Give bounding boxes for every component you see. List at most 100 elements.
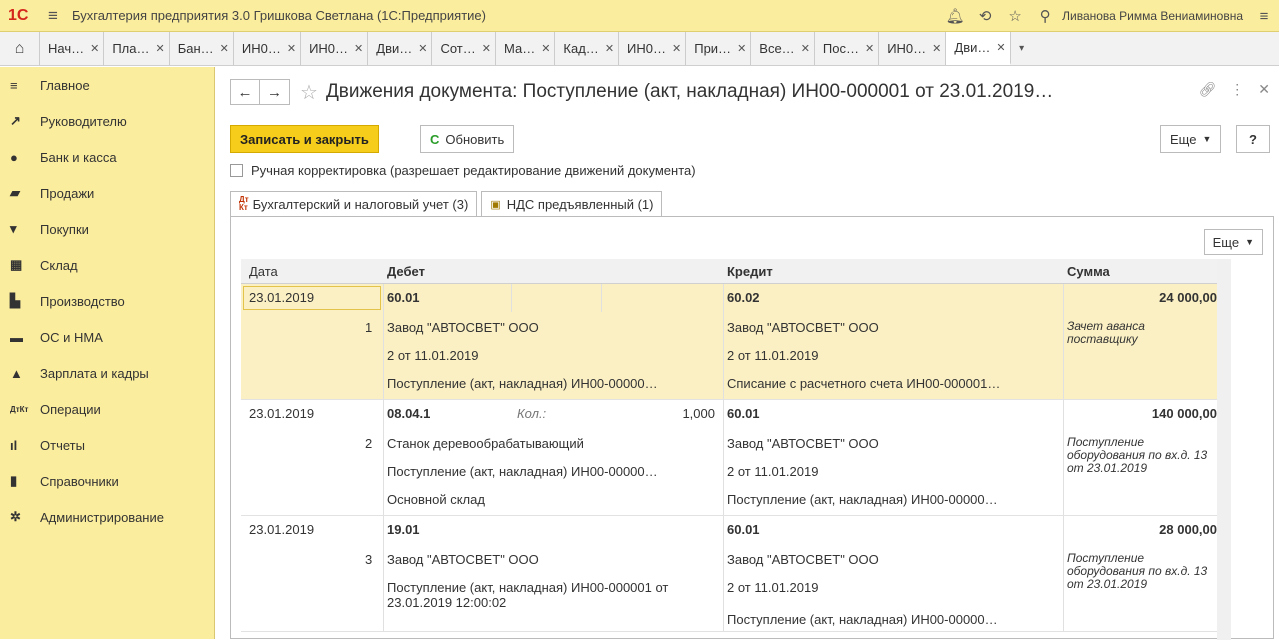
form-toolbar: Записать и закрыть C Обновить Еще ▼ ? bbox=[230, 125, 1270, 153]
close-tab-icon[interactable]: ✕ bbox=[737, 42, 746, 55]
window-tab[interactable]: Кад… ✕ bbox=[555, 32, 620, 65]
user-name[interactable]: Ливанова Римма Вениаминовна bbox=[1062, 9, 1243, 23]
close-tab-icon[interactable]: ✕ bbox=[287, 42, 296, 55]
register-tabs: Дт Кт Бухгалтерский и налоговый учет (3) … bbox=[230, 191, 666, 217]
sidebar-item-label: Банк и касса bbox=[40, 149, 117, 165]
cell-line-number: 3 bbox=[365, 552, 373, 567]
window-tab[interactable]: Все… ✕ bbox=[751, 32, 815, 65]
back-arrow-icon[interactable]: ← bbox=[230, 79, 260, 105]
close-tab-icon[interactable]: ✕ bbox=[156, 42, 165, 55]
window-tab[interactable]: Пос… ✕ bbox=[815, 32, 880, 65]
window-tab[interactable]: Дви… ✕ bbox=[946, 32, 1011, 65]
sidebar-item[interactable]: ▾ Покупки bbox=[0, 211, 214, 247]
settings-menu-icon[interactable]: ≡ bbox=[1249, 8, 1279, 25]
manual-correction-checkbox[interactable] bbox=[230, 164, 243, 177]
help-button[interactable]: ? bbox=[1236, 125, 1270, 153]
close-tab-icon[interactable]: ✕ bbox=[865, 42, 874, 55]
close-tab-icon[interactable]: ✕ bbox=[801, 42, 810, 55]
sidebar-item[interactable]: ▲ Зарплата и кадры bbox=[0, 355, 214, 391]
sidebar-item[interactable]: ıl Отчеты bbox=[0, 427, 214, 463]
table-row[interactable]: 23.01.2019 2 08.04.1 Кол.: 1,000 Станок дерев… bbox=[241, 400, 1231, 516]
window-tab[interactable]: ИН0… ✕ bbox=[619, 32, 687, 65]
window-tab[interactable]: ИН0… ✕ bbox=[301, 32, 369, 65]
close-tab-icon[interactable]: ✕ bbox=[672, 42, 681, 55]
history-icon[interactable]: ⟲ bbox=[970, 7, 1000, 25]
window-tab-label: Кад… bbox=[563, 41, 599, 56]
cell-debit-subconto: Поступление (акт, накладная) ИН00-00000… bbox=[387, 376, 658, 391]
col-sum[interactable]: Сумма bbox=[1067, 264, 1110, 279]
close-tab-icon[interactable]: ✕ bbox=[354, 42, 363, 55]
more-tabs-icon[interactable]: ▾ bbox=[1011, 32, 1033, 65]
sidebar-item[interactable]: ≡ Главное bbox=[0, 67, 214, 103]
window-tab[interactable]: ИН0… ✕ bbox=[879, 32, 947, 65]
col-debit[interactable]: Дебет bbox=[387, 264, 425, 279]
close-tab-icon[interactable]: ✕ bbox=[932, 42, 941, 55]
close-tab-icon[interactable]: ✕ bbox=[482, 42, 491, 55]
favorite-star-icon[interactable]: ☆ bbox=[300, 80, 318, 105]
window-tab[interactable]: Сот… ✕ bbox=[432, 32, 496, 65]
section-icon: ▙ bbox=[10, 293, 20, 308]
vat-register-icon: ▣ bbox=[490, 198, 501, 211]
cell-sum: 140 000,00 bbox=[1151, 406, 1217, 421]
tab-accounting-label: Бухгалтерский и налоговый учет (3) bbox=[252, 196, 469, 212]
table-header: Дата Дебет Кредит Сумма bbox=[241, 259, 1231, 284]
col-date[interactable]: Дата bbox=[249, 264, 278, 279]
section-icon: ▾ bbox=[10, 221, 17, 236]
section-icon: ● bbox=[10, 149, 18, 165]
section-icon: ▲ bbox=[10, 365, 23, 381]
notification-bell-icon[interactable]: 🔔︎ bbox=[940, 7, 970, 25]
close-tab-icon[interactable]: ✕ bbox=[418, 42, 427, 55]
window-tab[interactable]: ИН0… ✕ bbox=[234, 32, 302, 65]
forward-arrow-icon[interactable]: → bbox=[260, 79, 290, 105]
sidebar-item[interactable]: ▬ ОС и НМА bbox=[0, 319, 214, 355]
sidebar-item-label: Продажи bbox=[40, 185, 95, 201]
refresh-button[interactable]: C Обновить bbox=[420, 125, 515, 153]
kebab-menu-icon[interactable]: ⋮ bbox=[1230, 81, 1244, 98]
window-tab[interactable]: Бан… ✕ bbox=[170, 32, 234, 65]
window-tab-label: Нач… bbox=[48, 41, 85, 56]
sidebar-item[interactable]: ▙ Производство bbox=[0, 283, 214, 319]
window-tab[interactable]: Ма… ✕ bbox=[496, 32, 556, 65]
col-credit[interactable]: Кредит bbox=[727, 264, 773, 279]
table-row[interactable]: 23.01.2019 1 60.01 Завод "АВТОСВЕТ" ООО 2 от… bbox=[241, 284, 1231, 400]
table-row[interactable]: 23.01.2019 3 19.01 Завод "АВТОСВЕТ" ООО Пост… bbox=[241, 516, 1231, 632]
sidebar-item[interactable]: ДтКт Операции bbox=[0, 391, 214, 427]
link-icon[interactable]: 🔗︎ bbox=[1198, 81, 1216, 98]
table-more-button[interactable]: Еще ▼ bbox=[1203, 229, 1263, 255]
cell-qty: 1,000 bbox=[682, 406, 715, 421]
more-button[interactable]: Еще ▼ bbox=[1160, 125, 1222, 153]
window-tab-label: Пос… bbox=[822, 41, 859, 56]
cell-credit-subconto: Завод "АВТОСВЕТ" ООО bbox=[727, 436, 879, 451]
favorites-star-icon[interactable]: ☆ bbox=[1000, 7, 1030, 25]
table-scrollbar[interactable] bbox=[1217, 259, 1231, 640]
window-tab[interactable]: Дви… ✕ bbox=[368, 32, 433, 65]
manual-correction-label[interactable]: Ручная корректировка (разрешает редактир… bbox=[251, 163, 696, 178]
close-tab-icon[interactable]: ✕ bbox=[996, 41, 1005, 54]
sections-sidebar: ≡ Главное ↗ Руководителю ● Банк и касса ▰ Прода… bbox=[0, 67, 215, 639]
sidebar-item[interactable]: ✲ Администрирование bbox=[0, 499, 214, 535]
close-tab-icon[interactable]: ✕ bbox=[541, 42, 550, 55]
tab-accounting[interactable]: Дт Кт Бухгалтерский и налоговый учет (3) bbox=[230, 191, 478, 217]
cell-debit-subconto: 2 от 11.01.2019 bbox=[387, 348, 479, 363]
form-title: Движения документа: Поступление (акт, на… bbox=[325, 81, 1054, 102]
close-tab-icon[interactable]: ✕ bbox=[605, 42, 614, 55]
cell-date: 23.01.2019 bbox=[249, 406, 315, 421]
sidebar-item[interactable]: ● Банк и касса bbox=[0, 139, 214, 175]
main-menu-icon[interactable]: ≡ bbox=[40, 6, 66, 26]
sidebar-item[interactable]: ↗ Руководителю bbox=[0, 103, 214, 139]
sidebar-item-label: Покупки bbox=[40, 221, 89, 237]
save-and-close-button[interactable]: Записать и закрыть bbox=[230, 125, 379, 153]
close-icon[interactable]: ✕ bbox=[1258, 81, 1270, 98]
sidebar-item[interactable]: ▦ Склад bbox=[0, 247, 214, 283]
sidebar-item[interactable]: ▮ Справочники bbox=[0, 463, 214, 499]
home-icon[interactable]: ⌂ bbox=[0, 32, 40, 65]
search-icon[interactable]: ⚲ bbox=[1030, 7, 1060, 25]
close-tab-icon[interactable]: ✕ bbox=[90, 42, 99, 55]
tab-vat[interactable]: ▣ НДС предъявленный (1) bbox=[481, 191, 663, 217]
window-tab[interactable]: При… ✕ bbox=[686, 32, 752, 65]
sidebar-item[interactable]: ▰ Продажи bbox=[0, 175, 214, 211]
close-tab-icon[interactable]: ✕ bbox=[220, 42, 229, 55]
window-tab[interactable]: Нач… ✕ bbox=[40, 32, 105, 65]
manual-correction-row: Ручная корректировка (разрешает редактир… bbox=[230, 163, 696, 178]
window-tab[interactable]: Пла… ✕ bbox=[104, 32, 170, 65]
